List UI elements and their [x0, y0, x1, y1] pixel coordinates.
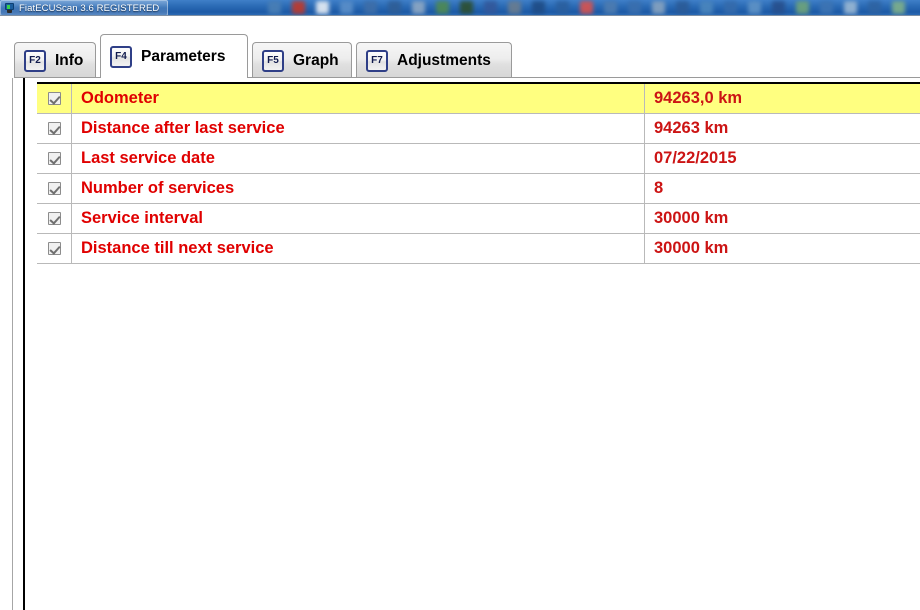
taskbar-icon-25[interactable]	[844, 1, 857, 14]
parameter-name: Distance till next service	[72, 233, 645, 264]
checkbox-checked-icon[interactable]	[47, 182, 61, 195]
parameter-name: Service interval	[72, 203, 645, 234]
checkbox-checked-icon[interactable]	[47, 92, 61, 105]
parameters-panel-outer: Odometer 94263,0 km Distance after last se…	[12, 78, 920, 610]
taskbar-icon-13[interactable]	[556, 1, 569, 14]
tab-label: Parameters	[141, 47, 226, 65]
table-row[interactable]: Distance after last service 94263 km	[37, 113, 920, 144]
parameter-value: 30000 km	[654, 209, 729, 227]
tab-bar: F2 Info F4 Parameters F5 Graph F7 Adjustments	[0, 30, 920, 78]
parameters-table: Odometer 94263,0 km Distance after last se…	[37, 82, 920, 264]
taskbar-icon-17[interactable]	[652, 1, 665, 14]
windows-taskbar: FiatECUScan 3.6 REGISTERED	[0, 0, 920, 16]
taskbar-icon-1[interactable]	[268, 1, 281, 14]
row-checkbox-cell[interactable]	[37, 233, 72, 264]
tab-label: Adjustments	[397, 51, 491, 69]
taskbar-icon-10[interactable]	[484, 1, 497, 14]
taskbar-icon-2[interactable]	[292, 1, 305, 14]
tab-info[interactable]: F2 Info	[14, 42, 96, 78]
row-checkbox-cell[interactable]	[37, 83, 72, 114]
checkbox-checked-icon[interactable]	[47, 122, 61, 135]
taskbar-icon-9[interactable]	[460, 1, 473, 14]
parameter-value: 07/22/2015	[654, 149, 737, 167]
tab-label: Info	[55, 51, 84, 69]
parameter-value: 30000 km	[654, 239, 729, 257]
taskbar-icon-14[interactable]	[580, 1, 593, 14]
taskbar-icon-26[interactable]	[868, 1, 881, 14]
checkbox-checked-icon[interactable]	[47, 212, 61, 225]
taskbar-icon-8[interactable]	[436, 1, 449, 14]
taskbar-icon-5[interactable]	[364, 1, 377, 14]
checkbox-checked-icon[interactable]	[47, 152, 61, 165]
parameter-name: Odometer	[72, 83, 645, 114]
taskbar-icon-11[interactable]	[508, 1, 521, 14]
taskbar-app-title: FiatECUScan 3.6 REGISTERED	[19, 2, 160, 14]
function-key-badge: F2	[24, 49, 46, 72]
taskbar-icon-20[interactable]	[724, 1, 737, 14]
function-key-badge: F4	[110, 45, 132, 68]
taskbar-icon-6[interactable]	[388, 1, 401, 14]
parameter-name: Last service date	[72, 143, 645, 174]
parameter-name: Distance after last service	[72, 113, 645, 144]
taskbar-icon-7[interactable]	[412, 1, 425, 14]
table-row[interactable]: Odometer 94263,0 km	[37, 83, 920, 114]
taskbar-icon-22[interactable]	[772, 1, 785, 14]
table-row[interactable]: Distance till next service 30000 km	[37, 233, 920, 264]
taskbar-app-button[interactable]: FiatECUScan 3.6 REGISTERED	[0, 0, 169, 16]
tab-parameters[interactable]: F4 Parameters	[100, 34, 248, 78]
parameter-value: 8	[654, 179, 664, 197]
checkbox-checked-icon[interactable]	[47, 242, 61, 255]
taskbar-icon-19[interactable]	[700, 1, 713, 14]
taskbar-icon-16[interactable]	[628, 1, 641, 14]
tab-label: Graph	[293, 51, 339, 69]
function-key-badge: F5	[262, 49, 284, 72]
tab-graph[interactable]: F5 Graph	[252, 42, 352, 78]
row-checkbox-cell[interactable]	[37, 113, 72, 144]
table-row[interactable]: Last service date 07/22/2015	[37, 143, 920, 174]
taskbar-icon-12[interactable]	[532, 1, 545, 14]
function-key-badge: F7	[366, 49, 388, 72]
taskbar-icon-21[interactable]	[748, 1, 761, 14]
tab-adjustments[interactable]: F7 Adjustments	[356, 42, 512, 78]
monitor-icon	[4, 2, 15, 14]
row-checkbox-cell[interactable]	[37, 203, 72, 234]
parameter-value: 94263,0 km	[654, 89, 743, 107]
table-row[interactable]: Service interval 30000 km	[37, 203, 920, 234]
parameter-name: Number of services	[72, 173, 645, 204]
parameter-value: 94263 km	[654, 119, 729, 137]
parameters-panel: Odometer 94263,0 km Distance after last se…	[23, 78, 920, 610]
taskbar-icon-24[interactable]	[820, 1, 833, 14]
taskbar-icon-3[interactable]	[316, 1, 329, 14]
row-checkbox-cell[interactable]	[37, 173, 72, 204]
taskbar-icon-27[interactable]	[892, 1, 905, 14]
application-window: F2 Info F4 Parameters F5 Graph F7 Adjustments O…	[0, 16, 920, 610]
taskbar-icon-15[interactable]	[604, 1, 617, 14]
taskbar-icon-18[interactable]	[676, 1, 689, 14]
table-row[interactable]: Number of services 8	[37, 173, 920, 204]
taskbar-icon-23[interactable]	[796, 1, 809, 14]
row-checkbox-cell[interactable]	[37, 143, 72, 174]
taskbar-icon-4[interactable]	[340, 1, 353, 14]
